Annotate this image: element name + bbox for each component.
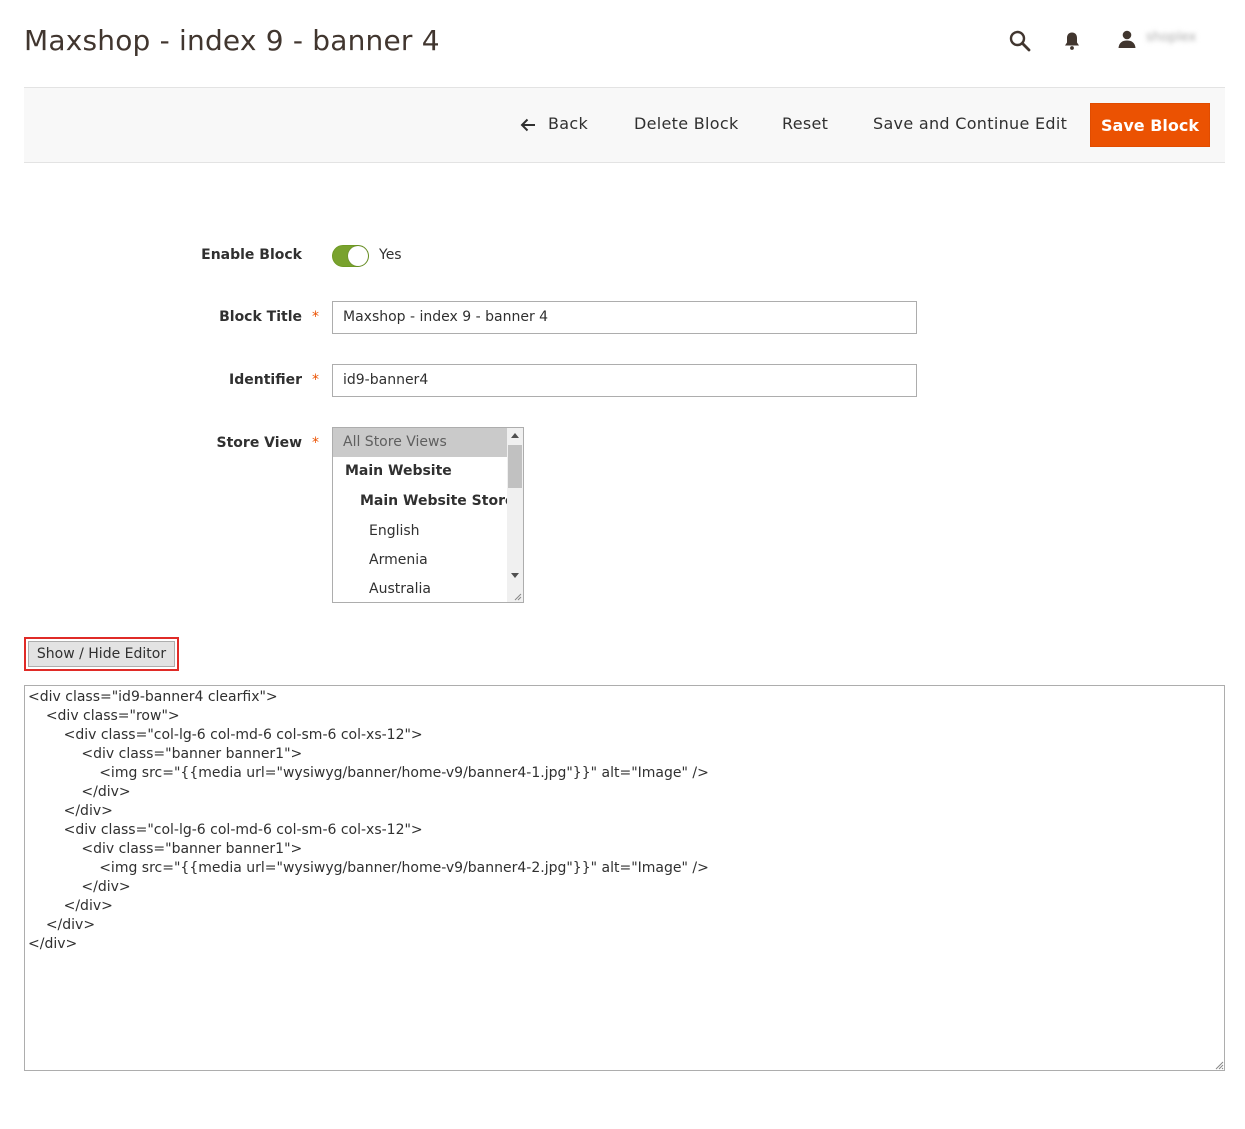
enable-block-toggle[interactable] — [332, 245, 369, 267]
save-and-continue-button[interactable]: Save and Continue Edit — [873, 114, 1067, 133]
delete-block-button[interactable]: Delete Block — [634, 114, 739, 133]
arrow-left-icon[interactable] — [520, 117, 536, 133]
textarea-resize-icon[interactable] — [1214, 1060, 1224, 1070]
search-icon[interactable] — [1007, 29, 1033, 53]
scroll-up-icon — [511, 433, 519, 438]
store-view-scrollbar[interactable] — [507, 428, 523, 602]
user-icon[interactable] — [1116, 28, 1138, 50]
show-hide-editor-label: Show / Hide Editor — [28, 641, 175, 667]
resize-handle-icon[interactable] — [512, 591, 522, 601]
back-button[interactable]: Back — [548, 114, 588, 133]
reset-button[interactable]: Reset — [782, 114, 828, 133]
bell-icon[interactable] — [1061, 29, 1083, 53]
store-view-label: Store View — [216, 435, 302, 451]
scroll-down-icon — [511, 573, 519, 578]
store-option-armenia[interactable]: Armenia — [333, 546, 507, 575]
scroll-thumb[interactable] — [508, 445, 522, 488]
store-option-english[interactable]: English — [333, 517, 507, 546]
store-option-all[interactable]: All Store Views — [333, 428, 507, 457]
identifier-input[interactable]: id9-banner4 — [332, 364, 917, 397]
user-name[interactable]: shoplex — [1146, 30, 1196, 45]
store-option-australia[interactable]: Australia — [333, 575, 507, 602]
show-hide-editor-button[interactable]: Show / Hide Editor — [24, 637, 179, 671]
page-title: Maxshop - index 9 - banner 4 — [24, 24, 440, 57]
toggle-knob — [348, 246, 368, 266]
save-block-button[interactable]: Save Block — [1090, 103, 1210, 147]
required-mark: * — [312, 309, 319, 325]
store-option-store[interactable]: Main Website Store — [333, 487, 514, 516]
store-view-multiselect[interactable]: All Store Views Main Website Main Websit… — [332, 427, 524, 603]
content-textarea[interactable]: <div class="id9-banner4 clearfix"> <div … — [24, 685, 1225, 1071]
block-title-label: Block Title — [219, 309, 302, 325]
required-mark: * — [312, 435, 319, 451]
required-mark: * — [312, 372, 319, 388]
identifier-label: Identifier — [229, 372, 302, 388]
enable-block-label: Enable Block — [201, 247, 302, 263]
store-option-website[interactable]: Main Website — [333, 457, 507, 486]
enable-block-value: Yes — [379, 247, 402, 263]
block-title-input[interactable]: Maxshop - index 9 - banner 4 — [332, 301, 917, 334]
